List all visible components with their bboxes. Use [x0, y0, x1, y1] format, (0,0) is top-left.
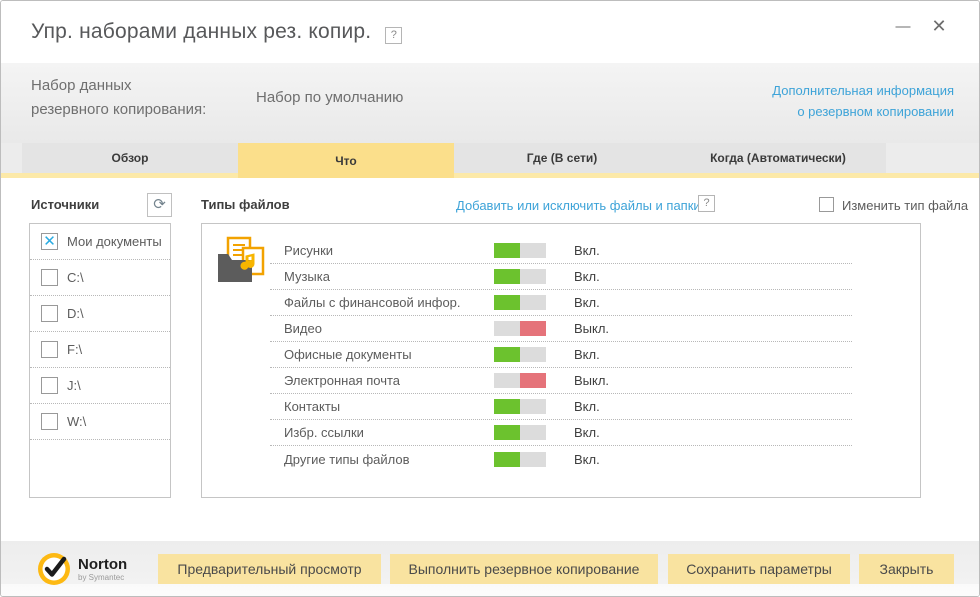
source-item[interactable]: F:\ — [30, 332, 170, 368]
filetype-status: Вкл. — [574, 295, 600, 310]
refresh-icon[interactable]: ⟳ — [147, 193, 172, 217]
dataset-value: Набор по умолчанию — [256, 89, 404, 106]
tab-what[interactable]: Что — [238, 143, 454, 178]
norton-logo: Norton by Symantec — [37, 552, 127, 586]
close-button[interactable]: Закрыть — [859, 554, 954, 584]
source-checkbox[interactable]: ✕ — [41, 233, 58, 250]
filetype-label: Другие типы файлов — [284, 451, 410, 467]
title-help-icon[interactable]: ? — [385, 26, 403, 44]
add-exclude-link[interactable]: Добавить или исключить файлы и папки — [456, 198, 701, 213]
file-types-icon — [218, 236, 265, 282]
source-checkbox[interactable] — [41, 305, 58, 322]
filetype-toggle[interactable] — [494, 243, 546, 258]
header: Набор данных резервного копирования: Наб… — [1, 63, 979, 143]
filetype-toggle[interactable] — [494, 321, 546, 336]
filetype-label: Видео — [284, 321, 322, 336]
filetype-row: Рисунки Вкл. — [270, 238, 852, 264]
source-item[interactable]: ✕ Мои документы — [30, 224, 170, 260]
filetype-row: Другие типы файлов Вкл. — [270, 446, 852, 472]
sources-title: Источники — [31, 197, 100, 212]
filetype-status: Вкл. — [574, 243, 600, 258]
filetype-label: Электронная почта — [284, 373, 401, 388]
source-label: F:\ — [67, 342, 83, 357]
titlebar: Упр. наборами данных рез. копир. ? — ✕ — [1, 1, 979, 63]
norton-check-icon — [38, 553, 70, 585]
filetype-status: Выкл. — [574, 373, 610, 388]
backup-dataset-window: Упр. наборами данных рез. копир. ? — ✕ Н… — [0, 0, 980, 597]
filetype-row: Контакты Вкл. — [270, 394, 852, 420]
filetype-label: Рисунки — [284, 243, 334, 258]
filetype-label: Контакты — [284, 399, 341, 414]
tab-overview[interactable]: Обзор — [22, 143, 238, 173]
filetype-status: Вкл. — [574, 425, 600, 440]
edit-filetype-checkbox[interactable] — [819, 197, 834, 212]
filetype-status: Вкл. — [574, 347, 600, 362]
filetype-label: Офисные документы — [284, 347, 412, 362]
run-backup-button[interactable]: Выполнить резервное копирование — [390, 554, 658, 584]
source-item[interactable]: D:\ — [30, 296, 170, 332]
page-title: Упр. наборами данных рез. копир. — [31, 20, 372, 43]
filetype-row: Офисные документы Вкл. — [270, 342, 852, 368]
filetype-status: Вкл. — [574, 399, 600, 414]
filetype-row: Файлы с финансовой инфор. Вкл. — [270, 290, 852, 316]
filetype-toggle[interactable] — [494, 425, 546, 440]
filetype-toggle[interactable] — [494, 295, 546, 310]
filetype-row: Музыка Вкл. — [270, 264, 852, 290]
filetypes-title: Типы файлов — [201, 197, 290, 212]
filetype-toggle[interactable] — [494, 347, 546, 362]
filetype-toggle[interactable] — [494, 399, 546, 414]
filetype-status: Выкл. — [574, 321, 610, 336]
minimize-icon[interactable]: — — [891, 13, 915, 39]
source-checkbox[interactable] — [41, 377, 58, 394]
sources-list: ✕ Мои документы C:\ D:\ F:\ J:\ W:\ — [29, 223, 171, 498]
source-item[interactable]: C:\ — [30, 260, 170, 296]
filetype-label: Файлы с финансовой инфор. — [284, 295, 461, 310]
filetype-label: Избр. ссылки — [284, 425, 364, 440]
source-label: D:\ — [67, 306, 84, 321]
source-label: C:\ — [67, 270, 84, 285]
source-label: Мои документы — [67, 234, 162, 249]
filetype-row: Избр. ссылки Вкл. — [270, 420, 852, 446]
filetype-status: Вкл. — [574, 451, 600, 467]
source-item[interactable]: J:\ — [30, 368, 170, 404]
filetype-toggle[interactable] — [494, 451, 546, 467]
edit-filetype-label: Изменить тип файла — [842, 198, 969, 213]
filetype-row: Видео Выкл. — [270, 316, 852, 342]
brand-name: Norton — [78, 555, 128, 573]
more-info-link[interactable]: Дополнительная информация о резервном ко… — [772, 80, 954, 122]
add-exclude-help-icon[interactable]: ? — [698, 195, 715, 212]
dataset-label: Набор данных резервного копирования: — [31, 77, 207, 118]
close-icon[interactable]: ✕ — [927, 13, 951, 39]
source-label: J:\ — [67, 378, 81, 393]
tab-where[interactable]: Где (В сети) — [454, 143, 670, 173]
brand-subtitle: by Symantec — [78, 572, 125, 582]
tab-when[interactable]: Когда (Автоматически) — [670, 143, 886, 173]
source-checkbox[interactable] — [41, 413, 58, 430]
filetypes-box: Рисунки Вкл. Музыка Вкл. Файлы с финансо… — [201, 223, 921, 498]
tab-bar: Обзор Что Где (В сети) Когда (Автоматически… — [1, 143, 979, 178]
source-checkbox[interactable] — [41, 269, 58, 286]
source-label: W:\ — [67, 414, 87, 429]
filetype-toggle[interactable] — [494, 373, 546, 388]
preview-button[interactable]: Предварительный просмотр — [158, 554, 381, 584]
filetype-toggle[interactable] — [494, 269, 546, 284]
source-item[interactable]: W:\ — [30, 404, 170, 440]
filetype-label: Музыка — [284, 269, 330, 284]
source-checkbox[interactable] — [41, 341, 58, 358]
filetype-status: Вкл. — [574, 269, 600, 284]
checked-x-icon: ✕ — [43, 232, 56, 250]
save-settings-button[interactable]: Сохранить параметры — [668, 554, 850, 584]
filetype-row: Электронная почта Выкл. — [270, 368, 852, 394]
filetype-rows: Рисунки Вкл. Музыка Вкл. Файлы с финансо… — [270, 238, 852, 472]
